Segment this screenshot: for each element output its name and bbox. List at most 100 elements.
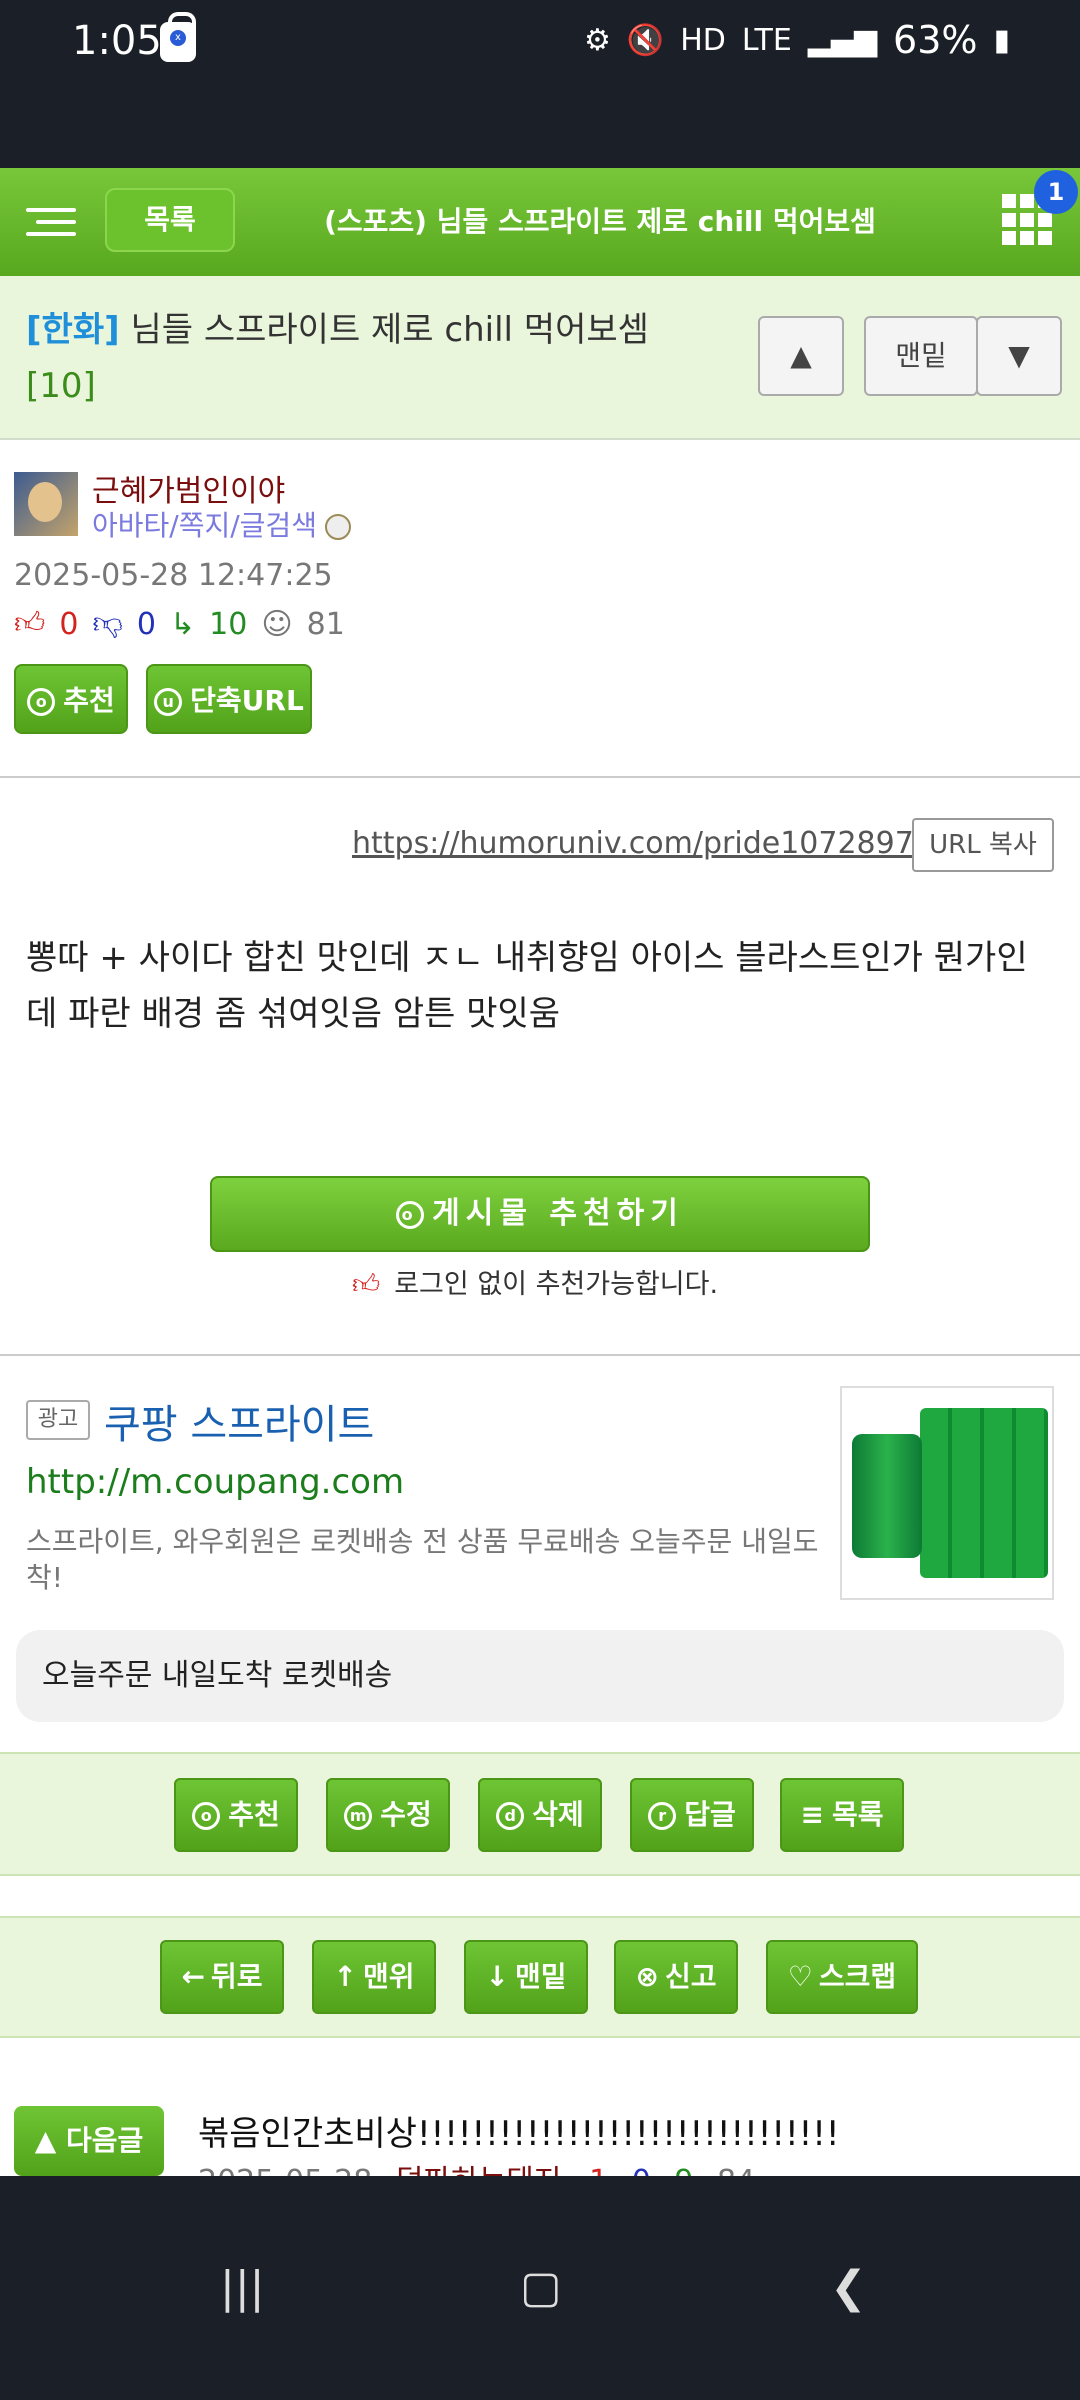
list-icon: ≡ — [800, 1798, 824, 1831]
avatar[interactable] — [14, 472, 78, 536]
back-nav-icon[interactable]: ❮ — [830, 2262, 867, 2313]
list-bottom-button[interactable]: ≡ 목록 — [780, 1778, 904, 1852]
post-category: [한화] — [26, 310, 120, 350]
next-dislike-count: 0 — [632, 2164, 651, 2176]
short-url-button[interactable]: u 단축URL — [146, 664, 312, 734]
lte-icon: LTE — [741, 22, 792, 58]
reply-count: 10 — [209, 606, 248, 642]
next-post-row[interactable]: ▲ 다음글 볶음인간초비상!!!!!!!!!!!!!!!!!!!!!!!!!!!… — [0, 2076, 1080, 2176]
nav-title: (스포츠) 님들 스프라이트 제로 chill 먹어보셈 — [324, 205, 876, 238]
post-url-link[interactable]: https://humoruniv.com/pride1072897 — [352, 826, 914, 861]
recent-apps-icon[interactable]: ||| — [220, 2262, 264, 2313]
dislike-count: 0 — [136, 606, 156, 642]
post-title-bar: [한화] 님들 스프라이트 제로 chill 먹어보셈 [10] ▲ 맨밑 ▼ — [0, 276, 1080, 440]
post-title: [한화] 님들 스프라이트 제로 chill 먹어보셈 [10] — [26, 302, 706, 414]
ad-image[interactable] — [840, 1386, 1054, 1600]
o-icon: o — [192, 1802, 221, 1830]
lock-icon: x — [160, 12, 196, 62]
d-icon: d — [496, 1802, 525, 1830]
to-bottom-label: 맨밑 — [514, 1960, 567, 1993]
back-button[interactable]: ← 뒤로 — [160, 1940, 284, 2014]
to-top-label: 맨위 — [362, 1960, 415, 1993]
list-button[interactable]: 목록 — [105, 188, 235, 252]
sprite-can-image — [852, 1434, 922, 1558]
u-icon: u — [154, 688, 183, 716]
reply-label: 답글 — [684, 1798, 736, 1831]
recommend-small-label: 추천 — [63, 684, 115, 717]
edit-label: 수정 — [380, 1798, 432, 1831]
sprite-pack-image — [920, 1408, 1048, 1578]
post-stats: 👍︎ 0 👎︎ 0 ↳ 10 ☺ 81 — [14, 606, 345, 642]
delete-button[interactable]: d 삭제 — [478, 1778, 602, 1852]
recommend-note-text: 로그인 없이 추천가능합니다. — [394, 1269, 719, 1300]
scroll-down-button[interactable]: ▼ — [976, 316, 1062, 396]
recommend-label: 추천 — [228, 1798, 280, 1831]
back-arrow-icon: ← — [181, 1960, 205, 1993]
up-arrow-icon: ↑ — [333, 1960, 357, 1993]
to-top-button[interactable]: ↑ 맨위 — [312, 1940, 436, 2014]
ad-tag: 광고 — [26, 1400, 90, 1440]
o-icon: o — [396, 1200, 425, 1229]
author-links[interactable]: 아바타/쪽지/글검색 — [92, 504, 351, 544]
author-links-text[interactable]: 아바타/쪽지/글검색 — [92, 509, 317, 542]
short-url-label: 단축URL — [190, 684, 304, 717]
recommend-button[interactable]: o 추천 — [174, 1778, 298, 1852]
delete-label: 삭제 — [532, 1798, 584, 1831]
home-icon[interactable]: ▢ — [520, 2262, 562, 2313]
top-nav: 목록 (스포츠) 님들 스프라이트 제로 chill 먹어보셈 — [0, 168, 1080, 276]
m-icon: m — [344, 1802, 373, 1830]
thumbs-up-icon: 👍︎ — [352, 1269, 381, 1300]
status-time: 1:05 — [72, 18, 162, 64]
down-arrow-icon: ↓ — [485, 1960, 509, 1993]
ad-url[interactable]: http://m.coupang.com — [26, 1462, 404, 1502]
battery-percent: 63% — [893, 18, 978, 62]
edit-button[interactable]: m 수정 — [326, 1778, 450, 1852]
view-count: 81 — [306, 606, 345, 642]
view-icon: ☺ — [261, 606, 293, 642]
system-nav-bar: ||| ▢ ❮ — [0, 2176, 1080, 2400]
scrap-button[interactable]: ♡ 스크랩 — [766, 1940, 918, 2014]
post-title-text: 님들 스프라이트 제로 chill 먹어보셈 — [130, 310, 649, 350]
thumbs-up-icon: 👍︎ — [14, 606, 46, 641]
to-bottom-button[interactable]: ↓ 맨밑 — [464, 1940, 588, 2014]
scrap-label: 스크랩 — [818, 1960, 897, 1993]
recommend-post-label: 게시물 추천하기 — [432, 1196, 684, 1231]
report-label: 신고 — [664, 1960, 717, 1993]
like-count: 0 — [59, 606, 79, 642]
back-label: 뒤로 — [210, 1960, 263, 1993]
ad-description: 스프라이트, 와우회원은 로켓배송 전 상품 무료배송 오늘주문 내일도착! — [26, 1525, 819, 1594]
ad-cta-button[interactable]: 오늘주문 내일도착 로켓배송 — [16, 1630, 1064, 1722]
next-post-button[interactable]: ▲ 다음글 — [14, 2106, 164, 2176]
next-post-meta: 2025-05-28 덮파하는돼지 1 0 9 84 — [198, 2156, 755, 2176]
next-post-author: 덮파하는돼지 — [396, 2164, 562, 2176]
recommend-note: 👍︎ 로그인 없이 추천가능합니다. — [352, 1262, 718, 1301]
ad-title[interactable]: 쿠팡 스프라이트 — [104, 1392, 374, 1450]
next-post-date: 2025-05-28 — [198, 2164, 372, 2176]
author-section: 근혜가범인이야 아바타/쪽지/글검색 2025-05-28 12:47:25 👍… — [0, 440, 1080, 778]
ad-block[interactable]: 광고 쿠팡 스프라이트 http://m.coupang.com 스프라이트, … — [0, 1356, 1080, 1748]
next-view-count: 84 — [717, 2164, 755, 2176]
next-reply-count: 9 — [674, 2164, 693, 2176]
report-button[interactable]: ⊗ 신고 — [614, 1940, 738, 2014]
heart-icon: ♡ — [787, 1960, 813, 1993]
scroll-bottom-button[interactable]: 맨밑 — [864, 316, 978, 396]
menu-icon[interactable] — [26, 208, 76, 240]
o-icon: o — [27, 688, 56, 716]
report-icon: ⊗ — [635, 1960, 659, 1993]
signal-icon: ▂▄▆ — [807, 22, 878, 58]
action-bar-1: o 추천 m 수정 d 삭제 r 답글 ≡ 목록 — [0, 1752, 1080, 1876]
url-copy-button[interactable]: URL 복사 — [912, 818, 1054, 872]
recommend-small-button[interactable]: o 추천 — [14, 664, 128, 734]
recommend-post-button[interactable]: o 게시물 추천하기 — [210, 1176, 870, 1252]
mute-icon: 🔇 — [626, 22, 665, 58]
status-icons: ⚙ 🔇 HD LTE ▂▄▆ 63% ▮ — [584, 18, 1010, 62]
battery-saver-icon: ⚙ — [583, 22, 611, 58]
reply-button[interactable]: r 답글 — [630, 1778, 754, 1852]
level-icon — [324, 514, 351, 540]
scroll-up-button[interactable]: ▲ — [758, 316, 844, 396]
action-bar-2: ← 뒤로 ↑ 맨위 ↓ 맨밑 ⊗ 신고 ♡ 스크랩 — [0, 1916, 1080, 2038]
notification-badge[interactable]: 1 — [1034, 170, 1078, 214]
next-post-title[interactable]: 볶음인간초비상!!!!!!!!!!!!!!!!!!!!!!!!!!!!!!! — [198, 2106, 840, 2155]
reply-icon: ↳ — [170, 606, 196, 642]
next-like-count: 1 — [589, 2164, 608, 2176]
